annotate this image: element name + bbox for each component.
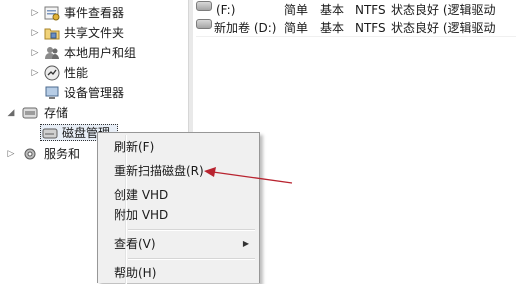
tree-item-label: 事件查看器 (64, 6, 125, 20)
volume-filesystem: NTFS (355, 3, 386, 17)
volume-layout: 简单 (284, 3, 309, 17)
volume-status: 状态良好 (逻辑驱动 (391, 21, 496, 35)
tree-item-label: 服务和 (44, 147, 81, 161)
volume-type: 基本 (320, 3, 345, 17)
tree-item-label: 设备管理器 (64, 86, 125, 100)
submenu-arrow-icon: ▶ (242, 239, 249, 248)
menu-item-create-vhd[interactable]: 创建 VHD (100, 185, 257, 205)
volume-name: (F:) (216, 3, 236, 17)
menu-separator (128, 229, 255, 231)
tree-item-label: 本地用户和组 (64, 46, 137, 60)
expand-arrow-icon[interactable]: ▷ (30, 28, 40, 38)
context-menu: 刷新(F) 重新扫描磁盘(R) 创建 VHD 附加 VHD 查看(V) ▶ 帮助… (97, 132, 260, 284)
shared-folder-icon (44, 28, 60, 40)
disk-management-icon (42, 128, 58, 139)
menu-item-label: 查看(V) (114, 237, 156, 251)
expand-arrow-icon[interactable]: ▷ (6, 149, 16, 159)
tree-item-label: 存储 (44, 106, 69, 120)
expand-arrow-icon[interactable]: ▷ (30, 8, 40, 18)
volume-type: 基本 (320, 21, 345, 35)
volume-layout: 简单 (284, 21, 309, 35)
menu-item-label: 刷新(F) (114, 140, 155, 154)
menu-item-help[interactable]: 帮助(H) (100, 263, 257, 283)
menu-item-label: 附加 VHD (114, 208, 169, 222)
services-icon (24, 148, 36, 160)
tree-item-label: 共享文件夹 (64, 26, 125, 40)
menu-item-label: 帮助(H) (114, 266, 157, 280)
storage-icon (22, 107, 38, 119)
users-icon (45, 47, 59, 59)
menu-item-label: 重新扫描磁盘(R) (114, 164, 204, 178)
menu-item-refresh[interactable]: 刷新(F) (100, 137, 257, 157)
menu-item-attach-vhd[interactable]: 附加 VHD (100, 205, 257, 225)
list-divider (196, 36, 516, 37)
menu-item-rescan-disks[interactable]: 重新扫描磁盘(R) (100, 161, 257, 181)
volume-name: 新加卷 (D:) (214, 21, 277, 35)
volume-status: 状态良好 (逻辑驱动 (391, 3, 496, 17)
volume-row[interactable]: (F:) 简单 基本 NTFS 状态良好 (逻辑驱动 (196, 1, 516, 19)
expand-arrow-icon[interactable]: ▷ (30, 48, 40, 58)
drive-icon (196, 19, 212, 29)
volume-row[interactable]: 新加卷 (D:) 简单 基本 NTFS 状态良好 (逻辑驱动 (196, 19, 516, 37)
tree-item-label: 性能 (64, 66, 89, 80)
performance-icon (44, 65, 60, 81)
collapse-arrow-icon[interactable]: ◢ (6, 108, 16, 118)
menu-separator (128, 258, 255, 260)
event-viewer-icon (44, 6, 60, 21)
menu-item-label: 创建 VHD (114, 188, 169, 202)
expand-arrow-icon[interactable]: ▷ (30, 68, 40, 78)
device-manager-icon (45, 86, 59, 99)
menu-item-view[interactable]: 查看(V) ▶ (100, 234, 257, 254)
drive-icon (196, 1, 212, 11)
volume-filesystem: NTFS (355, 21, 386, 35)
